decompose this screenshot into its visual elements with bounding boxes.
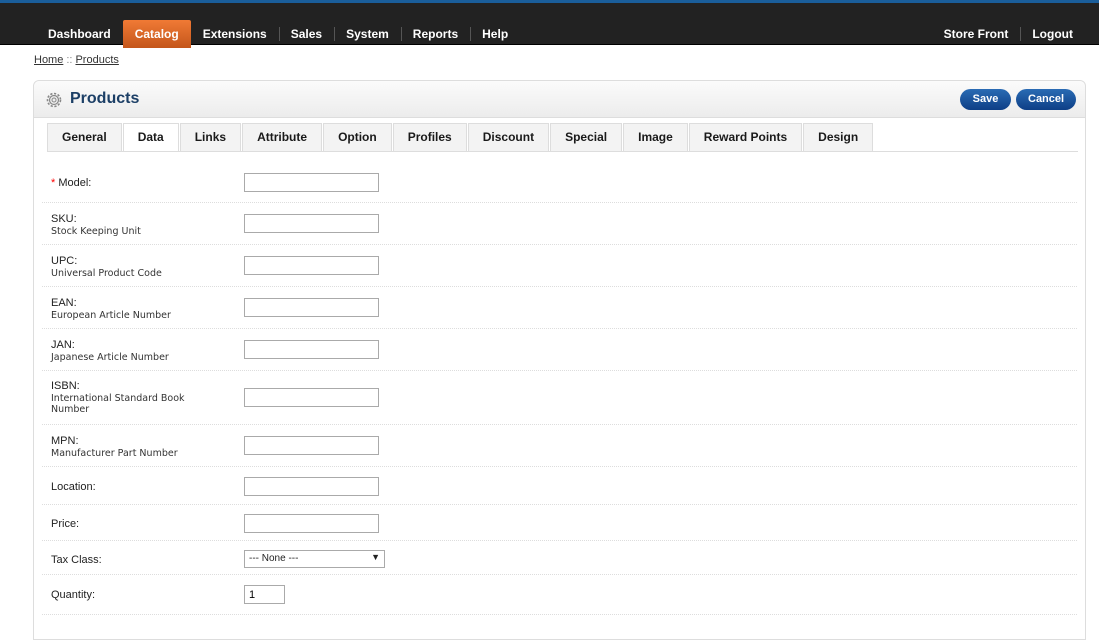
- tab-divider: [47, 151, 1078, 152]
- tab-data[interactable]: Data: [122, 123, 179, 152]
- mpn-input[interactable]: [244, 436, 379, 455]
- upc-label: UPC: Universal Product Code: [51, 255, 162, 279]
- menu-store-front[interactable]: Store Front: [932, 20, 1021, 48]
- menu-dashboard[interactable]: Dashboard: [36, 20, 123, 48]
- panel-header: Products Save Cancel: [34, 81, 1085, 118]
- save-button[interactable]: Save: [960, 89, 1011, 110]
- form-row-tax-class: Tax Class: --- None --- ▼: [42, 541, 1077, 575]
- price-label: Price:: [51, 518, 80, 530]
- upc-input[interactable]: [244, 256, 379, 275]
- jan-input[interactable]: [244, 340, 379, 359]
- form-row-quantity: Quantity:: [42, 575, 1077, 615]
- tab-reward-points[interactable]: Reward Points: [688, 123, 803, 151]
- tax-class-label: Tax Class:: [51, 554, 102, 566]
- jan-label: JAN: Japanese Article Number: [51, 339, 169, 363]
- tab-option[interactable]: Option: [323, 123, 392, 151]
- tab-general[interactable]: General: [47, 123, 122, 151]
- mpn-help: Manufacturer Part Number: [51, 448, 178, 459]
- mpn-label: MPN: Manufacturer Part Number: [51, 435, 178, 459]
- price-input[interactable]: [244, 514, 379, 533]
- tax-class-select[interactable]: --- None --- ▼: [244, 550, 385, 568]
- menu-help[interactable]: Help: [470, 20, 520, 48]
- form-row-upc: UPC: Universal Product Code: [42, 245, 1077, 287]
- isbn-label: ISBN: International Standard Book Number: [51, 380, 216, 415]
- tab-image[interactable]: Image: [623, 123, 688, 151]
- form-row-mpn: MPN: Manufacturer Part Number: [42, 425, 1077, 467]
- isbn-input[interactable]: [244, 388, 379, 407]
- ean-help: European Article Number: [51, 310, 171, 321]
- sku-label: SKU: Stock Keeping Unit: [51, 213, 141, 237]
- location-input[interactable]: [244, 477, 379, 496]
- form-row-model: * Model:: [42, 162, 1077, 203]
- breadcrumb-products-link[interactable]: Products: [75, 54, 118, 66]
- sku-input[interactable]: [244, 214, 379, 233]
- required-mark: *: [51, 177, 56, 189]
- sku-help: Stock Keeping Unit: [51, 226, 141, 237]
- menu-extensions[interactable]: Extensions: [191, 20, 279, 48]
- products-panel: Products Save Cancel General Data Links …: [33, 80, 1086, 640]
- form-row-sku: SKU: Stock Keeping Unit: [42, 203, 1077, 245]
- ean-input[interactable]: [244, 298, 379, 317]
- ean-label: EAN: European Article Number: [51, 297, 171, 321]
- menu-reports[interactable]: Reports: [400, 20, 470, 48]
- menu-system[interactable]: System: [334, 20, 401, 48]
- isbn-help: International Standard Book Number: [51, 393, 185, 415]
- main-menu: Dashboard Catalog Extensions Sales Syste…: [36, 20, 520, 48]
- gear-icon: [46, 92, 62, 108]
- location-label: Location:: [51, 481, 96, 493]
- jan-help: Japanese Article Number: [51, 352, 169, 363]
- menu-catalog[interactable]: Catalog: [122, 20, 191, 48]
- right-menu: Store Front Logout: [932, 20, 1085, 48]
- breadcrumb-home-link[interactable]: Home: [34, 54, 63, 66]
- form-row-isbn: ISBN: International Standard Book Number: [42, 371, 1077, 425]
- top-navigation-bar: Dashboard Catalog Extensions Sales Syste…: [0, 3, 1099, 48]
- data-form: * Model: SKU: Stock Keeping Unit UPC: Univ…: [34, 162, 1085, 615]
- quantity-label: Quantity:: [51, 589, 96, 601]
- menu-logout[interactable]: Logout: [1020, 20, 1085, 48]
- quantity-input[interactable]: [244, 585, 285, 604]
- tab-links[interactable]: Links: [179, 123, 242, 151]
- breadcrumb: Home:: Products: [34, 54, 119, 66]
- model-input[interactable]: [244, 173, 379, 192]
- tab-profiles[interactable]: Profiles: [392, 123, 467, 151]
- model-label: * Model:: [51, 177, 92, 189]
- page-title: Products: [70, 90, 140, 107]
- form-row-price: Price:: [42, 505, 1077, 541]
- tab-attribute[interactable]: Attribute: [242, 123, 323, 151]
- breadcrumb-separator: ::: [66, 54, 73, 66]
- form-row-jan: JAN: Japanese Article Number: [42, 329, 1077, 371]
- tab-special[interactable]: Special: [550, 123, 623, 151]
- form-row-location: Location:: [42, 467, 1077, 505]
- product-tabs: General Data Links Attribute Option Prof…: [47, 123, 874, 152]
- cancel-button[interactable]: Cancel: [1016, 89, 1076, 110]
- menu-sales[interactable]: Sales: [278, 20, 334, 48]
- tab-design[interactable]: Design: [803, 123, 874, 151]
- tab-discount[interactable]: Discount: [467, 123, 550, 151]
- form-row-ean: EAN: European Article Number: [42, 287, 1077, 329]
- dropdown-arrow-icon: ▼: [371, 552, 380, 562]
- upc-help: Universal Product Code: [51, 268, 162, 279]
